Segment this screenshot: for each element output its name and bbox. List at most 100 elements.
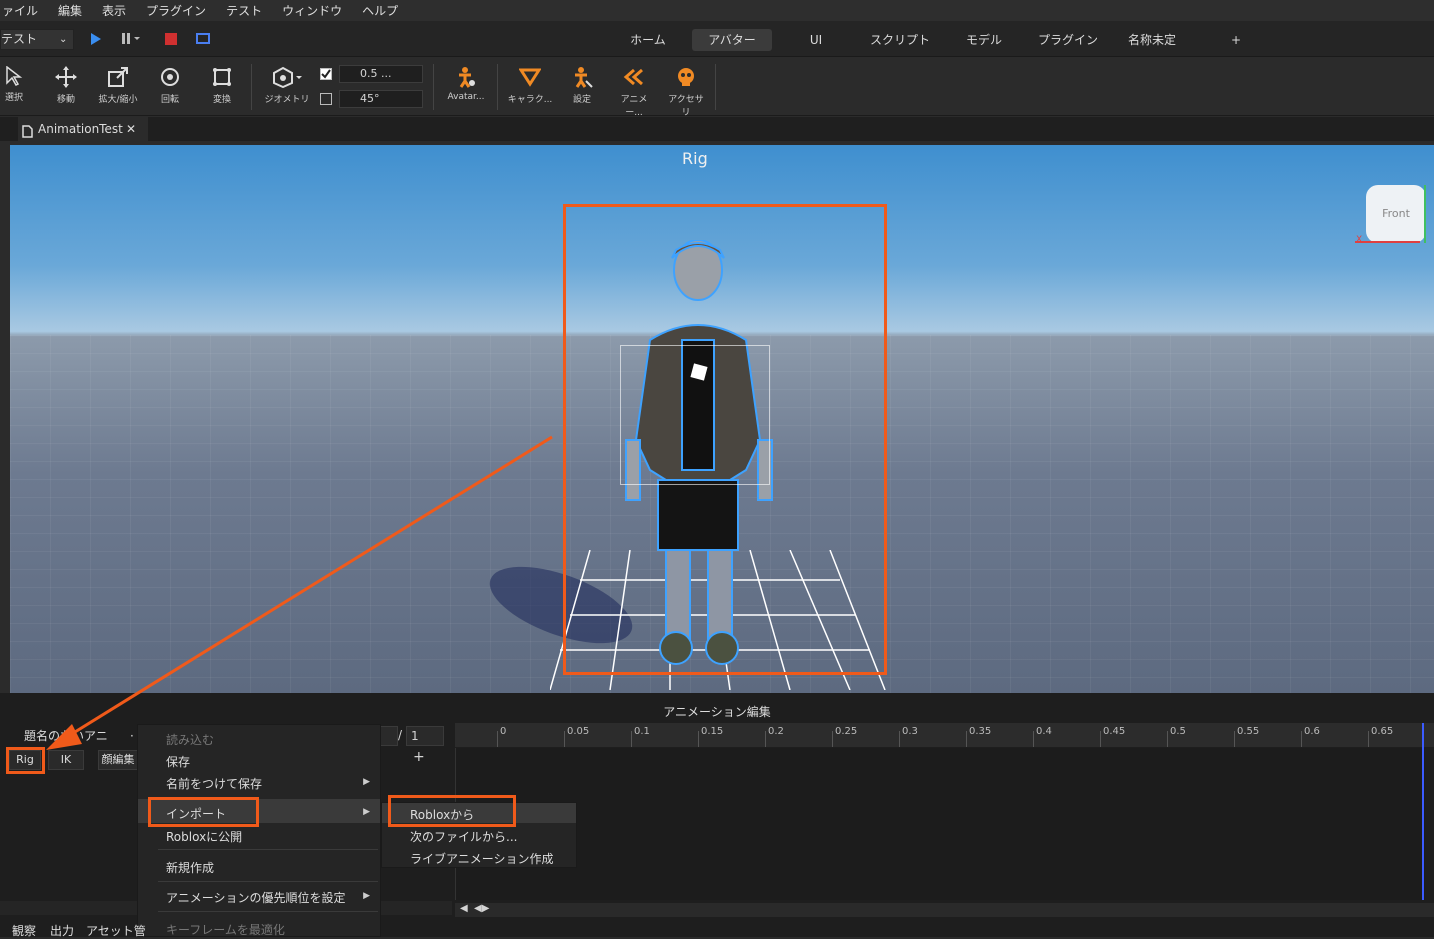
face-edit-button[interactable]: 顔編集 — [98, 750, 138, 770]
divider — [497, 64, 498, 110]
snap-rotate-checkbox[interactable] — [320, 93, 332, 105]
total-frames-input[interactable]: 1 — [406, 726, 444, 746]
rig-settings-label: 設定 — [572, 95, 591, 105]
menu-divider — [158, 911, 378, 912]
select-tool[interactable]: 選択 — [0, 58, 28, 116]
stop-icon[interactable] — [165, 33, 177, 48]
rotate-label: 回転 — [160, 95, 179, 105]
avatar-tool[interactable]: Avatar... — [444, 58, 488, 116]
timeline-tick-line — [899, 731, 900, 747]
animation-file-menu: 読み込む 保存 名前をつけて保存 ▶ インポート ▶ Robloxに公開 新規作… — [137, 724, 381, 937]
transform-tool[interactable]: 変換 — [206, 58, 238, 116]
timeline-tick-line — [1234, 731, 1235, 747]
3d-viewport[interactable]: Rig Front X — [10, 145, 1434, 693]
tab-plugins[interactable]: プラグイン — [1034, 29, 1102, 51]
timeline-tick-line — [698, 731, 699, 747]
menu-plugins[interactable]: プラグイン — [146, 2, 206, 19]
menu-item-new[interactable]: 新規作成 — [166, 859, 214, 876]
menu-item-save-as[interactable]: 名前をつけて保存 — [166, 775, 262, 792]
move-tool[interactable]: 移動 — [50, 58, 82, 116]
tab-script[interactable]: スクリプト — [866, 29, 934, 51]
character-label: キャラク... — [507, 95, 553, 105]
snap-move-checkbox[interactable] — [320, 68, 332, 80]
tab-model[interactable]: モデル — [960, 29, 1008, 51]
timeline-tick-line — [765, 731, 766, 747]
timeline-tick-label: 0.2 — [768, 726, 784, 737]
timeline-ruler[interactable]: 0 0.05 0.1 0.15 0.2 0.25 0.3 0.35 0.4 0.45 0.5 0.55… — [455, 723, 1434, 747]
menu-help[interactable]: ヘルプ — [362, 2, 398, 19]
tab-explorer[interactable]: 観察 — [12, 922, 36, 939]
animation-tool[interactable]: アニメー... — [612, 58, 656, 118]
submenu-item-from-file[interactable]: 次のファイルから... — [410, 828, 517, 845]
timeline-tick-line — [497, 731, 498, 747]
rotate-tool[interactable]: 回転 — [154, 58, 186, 116]
rotate-icon — [161, 68, 179, 86]
current-frame-input[interactable] — [380, 726, 398, 746]
tab-asset-manager[interactable]: アセット管 — [86, 922, 146, 939]
animation-name-dropdown[interactable]: 題名のないアニ · — [16, 726, 134, 746]
ik-button[interactable]: IK — [48, 750, 84, 770]
animation-icon — [623, 68, 643, 86]
timeline-tick-line — [631, 731, 632, 747]
timeline-tick-label: 0.4 — [1036, 726, 1052, 737]
test-mode-select[interactable]: テスト ⌄ — [0, 29, 74, 50]
play-icon[interactable] — [90, 33, 102, 48]
geometry-tool[interactable]: ジオメトリ — [262, 58, 312, 116]
rig-settings-tool[interactable]: 設定 — [566, 58, 598, 116]
timeline-tick-line — [832, 731, 833, 747]
accessory-tool[interactable]: アクセサリ — [664, 58, 708, 118]
y-axis-line — [1424, 185, 1426, 243]
menu-view[interactable]: 表示 — [102, 2, 126, 19]
menu-divider — [158, 849, 378, 850]
scale-label: 拡大/縮小 — [98, 95, 138, 105]
highlight-from-roblox — [388, 795, 516, 827]
menu-test[interactable]: テスト — [226, 2, 262, 19]
menu-item-save[interactable]: 保存 — [166, 753, 190, 770]
dots-icon: · — [130, 729, 134, 743]
highlight-rig-box — [563, 204, 887, 675]
screen-icon[interactable] — [196, 33, 210, 48]
playhead[interactable] — [1422, 723, 1424, 900]
character-tool[interactable]: キャラク... — [506, 58, 554, 116]
divider — [715, 64, 716, 110]
snap-rotate-input[interactable]: 45° — [339, 90, 423, 108]
scroll-handle-icon[interactable]: ◀▶ — [474, 903, 489, 914]
tab-add[interactable]: + — [1226, 29, 1246, 51]
snap-move-input[interactable]: 0.5 ... — [339, 65, 423, 83]
menu-item-priority[interactable]: アニメーションの優先順位を設定 — [166, 889, 346, 906]
tab-ui[interactable]: UI — [800, 29, 832, 51]
add-track-icon[interactable]: + — [413, 749, 425, 765]
timeline-tick-line — [1301, 731, 1302, 747]
timeline-scrollbar[interactable] — [455, 903, 1434, 917]
submenu-arrow-icon: ▶ — [363, 891, 370, 901]
tab-untitled[interactable]: 名称未定 — [1124, 29, 1180, 51]
submenu-arrow-icon: ▶ — [363, 777, 370, 787]
timeline-tick-label: 0.55 — [1237, 726, 1260, 737]
view-cube[interactable]: Front — [1366, 185, 1426, 243]
scale-tool[interactable]: 拡大/縮小 — [96, 58, 140, 116]
chevron-down-icon: ⌄ — [59, 34, 68, 45]
view-cube-label: Front — [1382, 207, 1410, 220]
toolbar: 選択 移動 拡大/縮小 回転 変換 ジオメトリ 0.5 ... 45° Avat… — [0, 58, 1434, 118]
move-icon — [55, 66, 77, 88]
close-icon[interactable]: ✕ — [126, 117, 136, 141]
tab-output[interactable]: 出力 — [50, 922, 74, 939]
menu-window[interactable]: ウィンドウ — [282, 2, 342, 19]
doc-tab-animationtest[interactable]: AnimationTest ✕ — [18, 117, 148, 141]
submenu-item-live-animation[interactable]: ライブアニメーション作成 — [410, 850, 554, 867]
avatar-label: Avatar... — [447, 92, 485, 102]
menu-edit[interactable]: 編集 — [58, 2, 82, 19]
timeline-track-area[interactable] — [455, 748, 1425, 900]
scroll-left-icon[interactable]: ◀ — [460, 903, 468, 914]
pause-icon[interactable] — [121, 33, 141, 48]
menu-item-publish[interactable]: Robloxに公開 — [166, 828, 242, 845]
timeline-tick-label: 0.65 — [1371, 726, 1394, 737]
tab-home[interactable]: ホーム — [620, 29, 676, 51]
tab-avatar[interactable]: アバター — [692, 29, 772, 51]
script-file-icon — [22, 122, 33, 146]
transform-label: 変換 — [212, 95, 231, 105]
menu-file[interactable]: ァイル — [2, 2, 38, 19]
divider — [433, 64, 434, 110]
x-axis-line — [1355, 241, 1420, 243]
menu-item-load: 読み込む — [166, 733, 215, 747]
